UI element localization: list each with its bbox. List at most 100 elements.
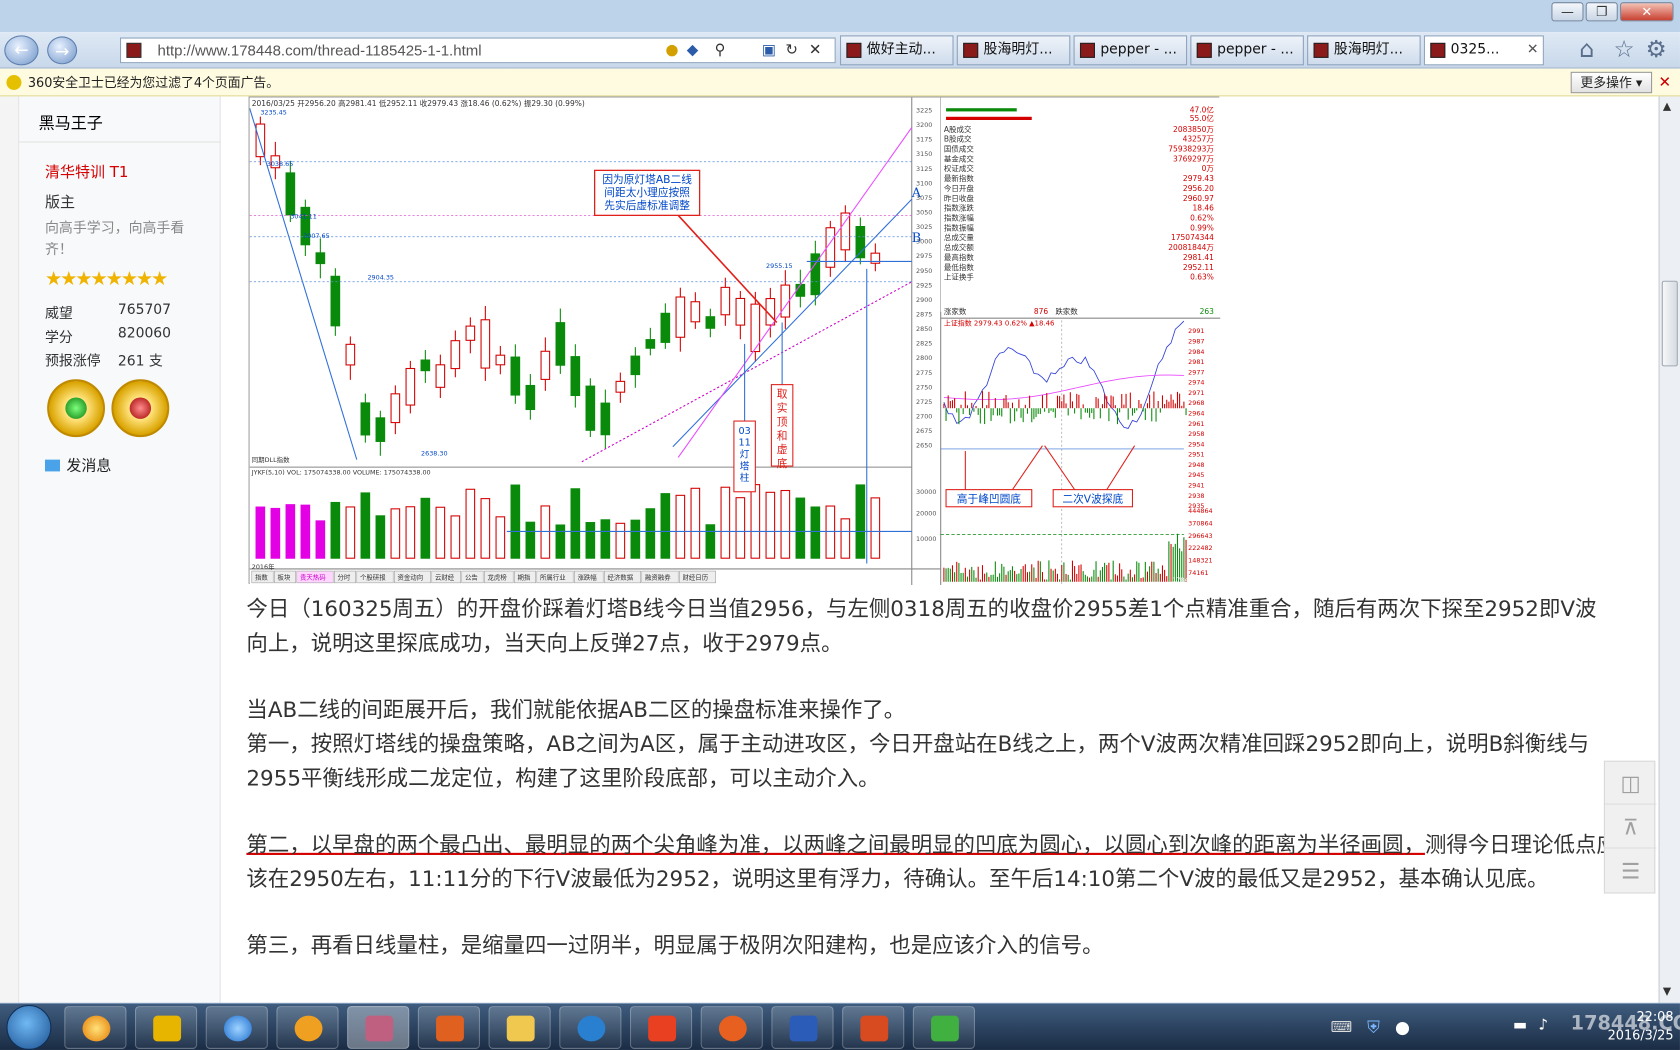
scroll-down-icon[interactable]: ▼ [1663,986,1671,998]
media-icon[interactable] [559,1006,622,1049]
taskbar-app-icon[interactable] [134,1006,198,1049]
intraday-tick-label: 2977 [1188,368,1204,376]
tab-5[interactable]: 股海明灯... [1307,35,1421,66]
list-icon[interactable]: ☰ [1605,850,1656,893]
send-message-link[interactable]: 发消息 [44,454,111,475]
tab-4[interactable]: pepper - ... [1190,35,1304,66]
search-icon[interactable]: ⚲ [715,42,726,59]
address-bar[interactable]: http://www.178448.com/thread-1185425-1-1… [119,37,836,64]
plus-icon[interactable]: ● [665,42,678,59]
folder-icon[interactable] [488,1006,551,1049]
star-icon[interactable]: ☆ [1614,36,1635,63]
candle-body [720,286,731,316]
clock[interactable]: 22:08 2016/3/25 [1571,1008,1674,1044]
window-restore-button[interactable]: ❐ [1585,2,1618,22]
axis-tick-label: 3125 [916,165,932,173]
info-value: 0.99% [1190,223,1214,232]
taskbar-app-icon[interactable] [276,1006,339,1049]
ie-icon[interactable] [205,1006,268,1049]
tab-favicon [1079,42,1095,58]
bar-green [946,108,1017,112]
note-text: 高于峰凹圆底 [957,492,1022,505]
candle-body [600,402,611,436]
info-label: B股成交 [944,134,972,144]
tab-active[interactable]: 0325... ✕ [1423,35,1544,66]
shield-icon[interactable]: ◆ [687,42,699,59]
forward-button[interactable]: → [47,36,78,65]
powerpoint-icon[interactable] [842,1006,905,1049]
window-close-button[interactable]: ✕ [1619,2,1674,22]
network-icon[interactable]: ▬ [1513,1017,1527,1034]
medal-red-icon[interactable] [111,379,170,438]
refresh-icon[interactable]: ↻ [785,42,798,59]
chart-tab-label: 龙虎榜 [487,573,507,582]
volume-icon[interactable]: ♪ [1539,1017,1549,1034]
volume-bar [870,497,881,559]
intraday-tick-label: 2961 [1188,420,1204,428]
candle-body [675,296,686,338]
word-icon[interactable] [771,1006,834,1049]
scroll-thumb[interactable] [1661,280,1678,367]
window-minimize-button[interactable]: — [1551,2,1584,22]
shield-icon[interactable]: ⛨ [1367,1017,1380,1038]
text-line: 11 [738,438,750,449]
candle-body [630,355,641,376]
stock-chart-svg: 2016/03/25 开2956.20 高2981.41 低2952.11 收2… [249,97,1221,585]
taskbar-app-icon[interactable] [64,1006,127,1049]
vol-axis-label: 30000 [916,488,936,496]
text-line: 灯 [740,449,750,460]
taskbar-app-icon[interactable] [912,1006,975,1049]
text-line: 虚 [777,443,788,456]
volume-bar [705,524,716,559]
tab-1[interactable]: 做好主动... [839,35,954,66]
candle-body [585,385,596,431]
author-group[interactable]: 清华特训 T1 [45,161,128,182]
info-value: 0.62% [1190,213,1214,222]
axis-tick-label: 2650 [916,442,932,450]
gear-icon[interactable]: ⚙ [1646,36,1667,63]
candle-body [615,380,626,393]
note-text: 03 11 灯塔柱 [738,426,750,484]
image-icon[interactable]: ▣ [762,42,776,59]
rank-stars: ★★★★★★★★ [44,267,168,291]
back-to-top-icon[interactable]: ⊼ [1604,806,1657,849]
back-button[interactable]: ← [4,35,39,66]
keyboard-icon[interactable]: ⌨ [1331,1019,1353,1036]
qq-icon[interactable]: ● [1395,1017,1410,1037]
info-value: 43257万 [1183,135,1215,144]
tab-close-icon[interactable]: ✕ [1527,36,1539,64]
price-label: 3007.65 [303,232,330,240]
info-value: 2083850万 [1173,125,1214,134]
tab-2[interactable]: 股海明灯... [956,35,1071,66]
stock-chart-image[interactable]: 2016/03/25 开2956.20 高2981.41 低2952.11 收2… [248,96,1221,585]
vertical-scrollbar[interactable]: ▲ ▼ [1658,96,1680,1003]
date-label: 2016年 [252,562,275,571]
info-label: 指数振幅 [944,222,974,232]
start-button[interactable] [6,1004,52,1050]
author-name[interactable]: 黑马王子 [39,111,103,133]
taskbar-app-icon[interactable] [347,1006,410,1049]
stop-icon[interactable]: ✕ [809,42,822,59]
more-actions-button[interactable]: 更多操作 ▾ [1570,71,1653,94]
intraday-note-2: 二次V波探底 [1052,489,1134,508]
info-label: 最新指数 [944,173,974,183]
info-label: 基金成交 [944,153,974,163]
underlined-text: 第二，以早盘的两个最凸出、最明显的两个尖角峰为准，以两峰之间最明显的凹底为圆心，… [246,831,1425,858]
text-line: 取 [777,387,788,400]
volume-bar [450,515,461,559]
taskbar-app-icon[interactable] [629,1006,693,1049]
intraday-vol-label: 148321 [1188,556,1212,564]
home-icon[interactable]: ⌂ [1579,36,1594,63]
taskbar-app-icon[interactable] [417,1006,480,1049]
gem [65,397,87,419]
candle-body [330,275,341,327]
intraday-tick-label: 2938 [1188,492,1204,500]
medal-green-icon[interactable] [47,379,105,438]
comment-icon[interactable]: ◫ [1604,762,1657,805]
tab-3[interactable]: pepper - ... [1073,35,1188,66]
intraday-tick-label: 2968 [1188,399,1204,407]
taskbar-app-icon[interactable] [700,1006,763,1049]
tab-favicon [963,42,979,58]
notice-close-icon[interactable]: ✕ [1659,69,1672,97]
scroll-up-icon[interactable]: ▲ [1663,101,1671,113]
